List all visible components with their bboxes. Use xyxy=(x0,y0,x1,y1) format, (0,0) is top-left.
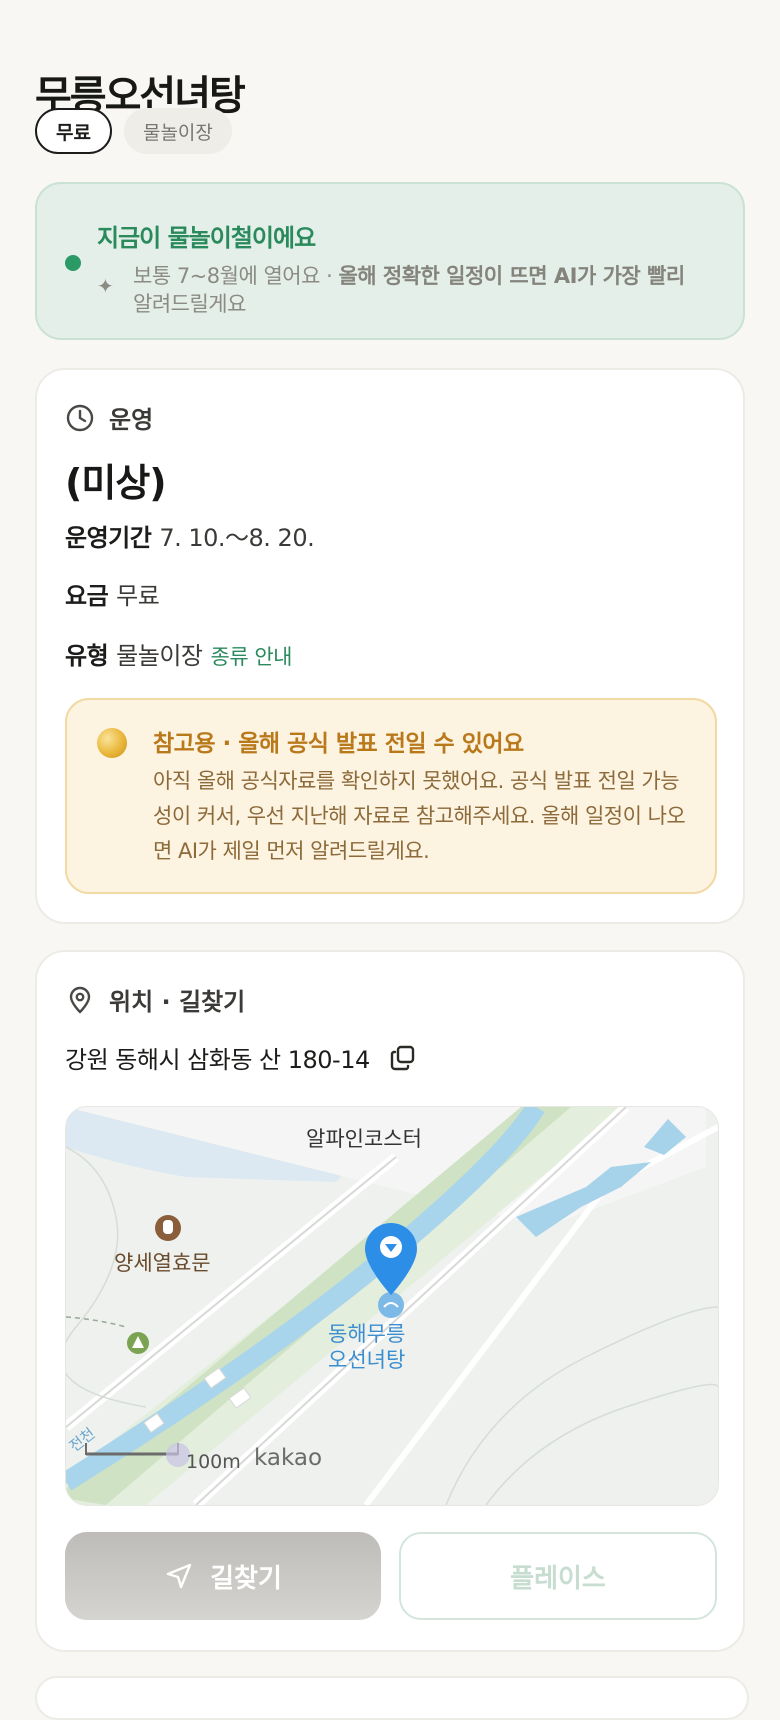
map-label-destination: 동해무릉 오선녀탕 xyxy=(328,1321,405,1373)
tag-chips: 무료 물놀이장 xyxy=(35,108,232,154)
row-type: 유형 물놀이장 종류 안내 xyxy=(65,636,292,671)
reference-notice: 참고용 · 올해 공식 발표 전일 수 있어요 아직 올해 공식자료를 확인하지… xyxy=(65,698,717,894)
row-period-key: 운영기간 xyxy=(65,524,152,552)
clock-icon xyxy=(66,404,94,431)
row-fee-key: 요금 xyxy=(65,582,109,610)
map-label-destination-line1: 동해무릉 xyxy=(328,1322,406,1346)
operation-card: 운영 (미상) 운영기간 7. 10.～8. 20. 요금 무료 유형 물놀이장 종류 … xyxy=(35,368,745,924)
place-button[interactable]: 플레이스 xyxy=(399,1532,717,1620)
location-header: 위치 · 길찾기 xyxy=(65,982,245,1017)
map-brand-logo: kakao xyxy=(254,1445,323,1471)
chip-water-park[interactable]: 물놀이장 xyxy=(123,108,232,154)
copy-icon[interactable] xyxy=(388,1043,418,1073)
notice-title: 참고용 · 올해 공식 발표 전일 수 있어요 xyxy=(153,731,524,757)
row-fee: 요금 무료 xyxy=(65,576,160,611)
navigate-icon xyxy=(166,1563,192,1589)
sparkle-icon: ✦ xyxy=(97,274,114,298)
season-banner: 지금이 물놀이철이에요 ✦ 보통 7~8월에 열어요 · 올해 정확한 일정이 … xyxy=(35,182,745,340)
place-button-label: 플레이스 xyxy=(510,1563,606,1594)
next-card-peek xyxy=(35,1676,749,1720)
map-label-alpine: 알파인코스터 xyxy=(306,1127,422,1151)
map-scale-label: 100m xyxy=(186,1451,241,1473)
row-type-value: 물놀이장 xyxy=(116,642,203,670)
type-guide-link[interactable]: 종류 안내 xyxy=(211,645,293,669)
route-button-label: 길찾기 xyxy=(210,1563,282,1594)
map-view[interactable]: 알파인코스터 양세열효문 동해무릉 오선녀탕 전천 100m kakao xyxy=(65,1106,719,1506)
notice-body: 아직 올해 공식자료를 확인하지 못했어요. 공식 발표 전일 가능성이 커서,… xyxy=(153,769,686,863)
operation-section-title: 운영 xyxy=(109,406,154,434)
season-desc-tail: 알려드릴게요 xyxy=(133,292,246,316)
status-dot xyxy=(65,255,81,271)
location-section-title: 위치 · 길찾기 xyxy=(109,988,246,1016)
season-desc-plain: 보통 7~8월에 열어요 · xyxy=(133,264,339,288)
location-card: 위치 · 길찾기 강원 동해시 삼화동 산 180-14 알파인코스터 양세열효… xyxy=(35,950,745,1652)
operation-header: 운영 xyxy=(65,400,153,435)
row-fee-value: 무료 xyxy=(116,582,160,610)
route-button[interactable]: 길찾기 xyxy=(65,1532,381,1620)
row-period-value: 7. 10.～8. 20. xyxy=(159,524,315,552)
map-background xyxy=(66,1107,718,1505)
address-text: 강원 동해시 삼화동 산 180-14 xyxy=(65,1046,370,1074)
season-title: 지금이 물놀이철이에요 xyxy=(97,224,316,252)
season-description: 보통 7~8월에 열어요 · 올해 정확한 일정이 뜨면 AI가 가장 빨리알려… xyxy=(133,262,713,318)
pin-icon xyxy=(69,986,91,1013)
address: 강원 동해시 삼화동 산 180-14 xyxy=(65,1040,418,1075)
operation-status: (미상) xyxy=(65,461,167,505)
chip-free[interactable]: 무료 xyxy=(35,108,112,154)
coin-icon xyxy=(97,728,127,758)
map-label-yang: 양세열효문 xyxy=(114,1251,211,1275)
season-desc-bold: 올해 정확한 일정이 뜨면 AI가 가장 빨리 xyxy=(338,264,685,288)
map-label-destination-line2: 오선녀탕 xyxy=(328,1348,406,1372)
row-period: 운영기간 7. 10.～8. 20. xyxy=(65,518,315,553)
row-type-key: 유형 xyxy=(65,642,109,670)
